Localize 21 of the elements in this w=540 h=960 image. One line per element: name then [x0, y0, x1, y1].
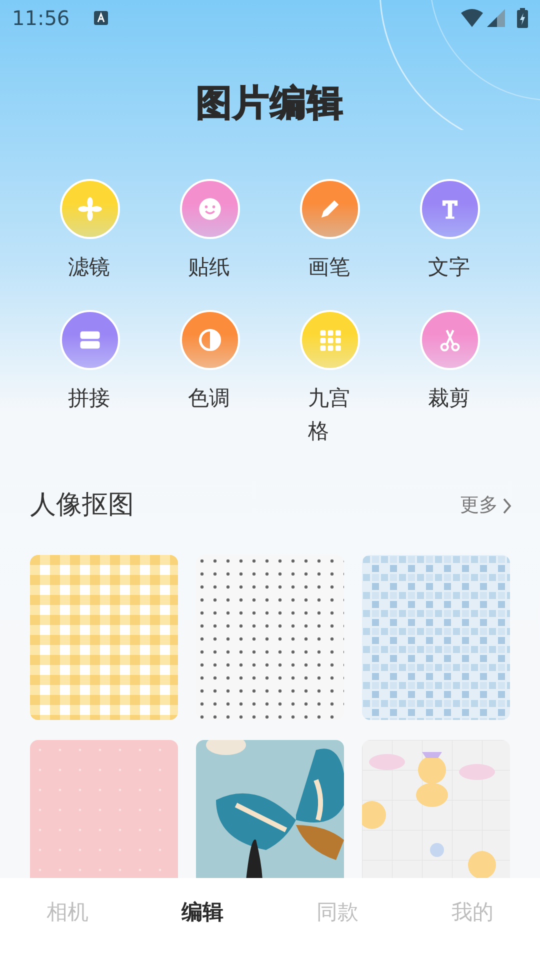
- chevron-icon: [502, 498, 512, 514]
- more-link[interactable]: 更多: [460, 491, 512, 520]
- nav-tab[interactable]: 编辑: [152, 896, 252, 930]
- smiley-icon: [197, 196, 223, 222]
- tool-button[interactable]: 拼接: [30, 310, 150, 416]
- tool-button[interactable]: 贴纸: [150, 179, 270, 284]
- tool-button[interactable]: 裁剪: [390, 310, 510, 416]
- battery-icon: [517, 8, 528, 28]
- tool-button[interactable]: 色调: [150, 310, 270, 416]
- signal-icon: [487, 9, 505, 27]
- tool-button[interactable]: 文字: [390, 179, 510, 284]
- tool-button[interactable]: 画笔: [270, 179, 390, 284]
- page-title: 图片编辑: [195, 82, 345, 126]
- status-time: 11:56: [12, 5, 70, 32]
- wifi-icon: [461, 9, 483, 27]
- tool-button[interactable]: 滤镜: [30, 179, 150, 284]
- contrast-icon: [197, 327, 223, 354]
- tool-button[interactable]: 九宫格: [270, 310, 390, 448]
- flower-icon: [77, 196, 103, 222]
- section-title: 人像抠图: [30, 489, 134, 522]
- keyboard-icon: [94, 11, 108, 25]
